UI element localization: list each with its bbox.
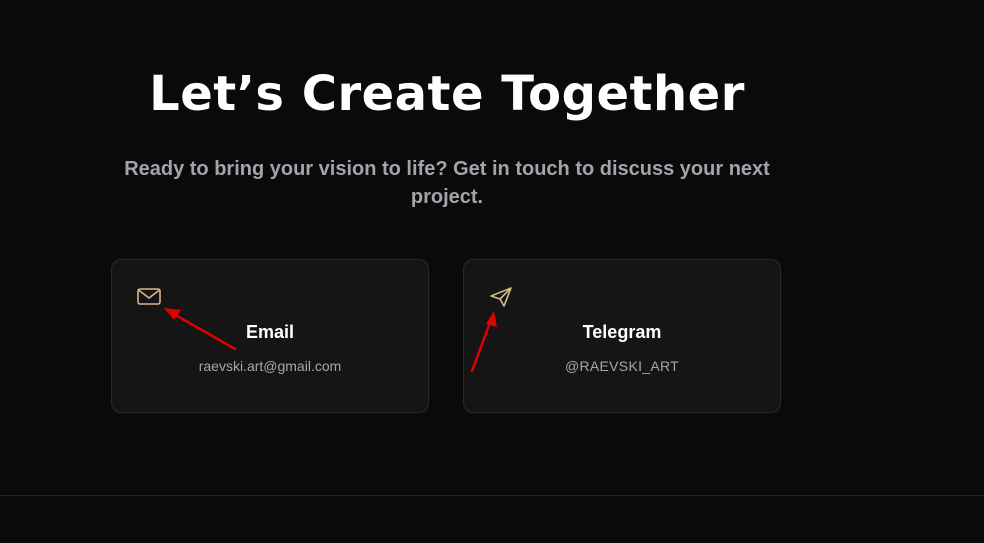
page-subtitle: Ready to bring your vision to life? Get … <box>124 158 770 208</box>
contact-card-title: Telegram <box>582 322 662 342</box>
contact-telegram-link[interactable]: @RAEVSKI_ART <box>464 358 780 374</box>
footer-divider <box>0 495 984 496</box>
page-title: Let’s Create Together <box>149 66 745 122</box>
mail-icon <box>137 288 161 305</box>
send-icon <box>490 287 512 307</box>
contact-card-telegram[interactable]: Telegram @RAEVSKI_ART <box>463 259 781 413</box>
contact-email-link[interactable]: raevski.art@gmail.com <box>112 358 428 374</box>
contact-card-email[interactable]: Email raevski.art@gmail.com <box>111 259 429 413</box>
contact-card-title: Email <box>245 322 295 342</box>
